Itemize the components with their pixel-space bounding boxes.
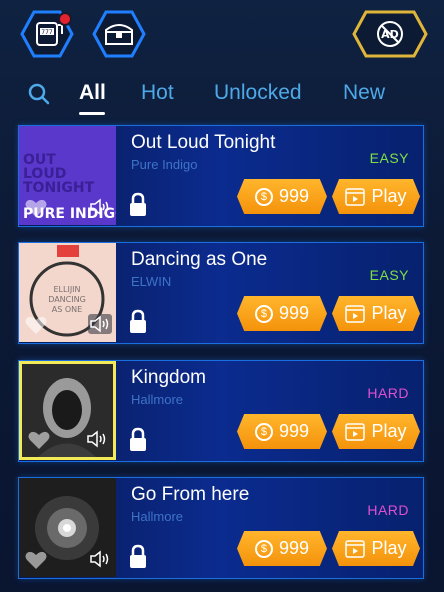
album-cover [19, 478, 116, 577]
heart-icon[interactable] [27, 429, 51, 451]
heart-icon[interactable] [24, 314, 48, 336]
svg-text:777: 777 [41, 29, 53, 36]
notification-badge [58, 12, 72, 26]
play-label: Play [371, 538, 407, 558]
difficulty-label: HARD [367, 502, 409, 518]
tab-all[interactable]: All [79, 81, 106, 105]
lock-icon [130, 309, 146, 333]
album-cover [19, 361, 116, 460]
album-cover: ELLIJIN DANCING AS ONE [19, 243, 116, 342]
coin-icon: $ [254, 187, 273, 206]
heart-icon[interactable] [24, 197, 48, 219]
tab-hot[interactable]: Hot [141, 81, 174, 105]
video-play-icon [345, 187, 366, 206]
price-label: 999 [278, 421, 310, 441]
song-card[interactable]: Go From here Hallmore HARD $ 999 Play [18, 477, 424, 579]
song-title: Kingdom [131, 367, 206, 388]
svg-text:AS ONE: AS ONE [52, 305, 82, 314]
tab-new[interactable]: New [343, 81, 385, 105]
play-label: Play [371, 186, 407, 206]
play-button[interactable]: Play [332, 179, 420, 214]
song-title: Dancing as One [131, 249, 268, 270]
treasure-chest-button[interactable] [92, 10, 146, 58]
song-artist: Pure Indigo [131, 157, 198, 172]
tab-unlocked[interactable]: Unlocked [214, 81, 302, 105]
svg-text:TONIGHT: TONIGHT [23, 180, 95, 196]
song-card[interactable]: OUT LOUD TONIGHT PURE INDIGO Out Loud To… [18, 125, 424, 227]
svg-text:DANCING: DANCING [48, 295, 86, 304]
song-artist: Hallmore [131, 392, 184, 407]
video-play-icon [345, 304, 366, 323]
unlock-coin-button[interactable]: $ 999 [237, 179, 327, 214]
song-card[interactable]: ELLIJIN DANCING AS ONE Dancing as One EL… [18, 242, 424, 344]
lock-icon [130, 192, 146, 216]
play-button[interactable]: Play [332, 414, 420, 449]
video-play-icon [345, 539, 366, 558]
difficulty-label: EASY [369, 150, 409, 166]
remove-ads-button[interactable]: AD [352, 10, 428, 58]
price-label: 999 [278, 186, 310, 206]
lock-icon [130, 544, 146, 568]
coin-icon: $ [254, 304, 273, 323]
album-cover: OUT LOUD TONIGHT PURE INDIGO [19, 126, 116, 225]
top-bar: 777 AD [0, 0, 444, 72]
unlock-coin-button[interactable]: $ 999 [237, 296, 327, 331]
play-label: Play [371, 421, 407, 441]
song-artist: Hallmore [131, 509, 184, 524]
slot-machine-button[interactable]: 777 [20, 10, 74, 58]
song-card[interactable]: Kingdom Hallmore HARD $ 999 Play [18, 360, 424, 462]
active-tab-indicator [79, 112, 105, 115]
song-artist: ELWIN [131, 274, 172, 289]
treasure-chest-icon [92, 10, 146, 58]
unlock-coin-button[interactable]: $ 999 [237, 414, 327, 449]
filter-tabs: All Hot Unlocked New [0, 78, 444, 118]
video-play-icon [345, 422, 366, 441]
speaker-icon[interactable] [88, 314, 112, 334]
speaker-icon[interactable] [88, 197, 112, 217]
difficulty-label: HARD [367, 385, 409, 401]
difficulty-label: EASY [369, 267, 409, 283]
play-label: Play [371, 303, 407, 323]
coin-icon: $ [254, 539, 273, 558]
price-label: 999 [278, 538, 310, 558]
unlock-coin-button[interactable]: $ 999 [237, 531, 327, 566]
lock-icon [130, 427, 146, 451]
coin-icon: $ [254, 422, 273, 441]
speaker-icon[interactable] [88, 549, 112, 569]
song-title: Out Loud Tonight [131, 132, 276, 153]
heart-icon[interactable] [24, 549, 48, 571]
play-button[interactable]: Play [332, 531, 420, 566]
search-icon[interactable] [27, 82, 51, 106]
no-ads-icon: AD [352, 10, 428, 58]
speaker-icon[interactable] [85, 429, 109, 449]
play-button[interactable]: Play [332, 296, 420, 331]
price-label: 999 [278, 303, 310, 323]
song-title: Go From here [131, 484, 250, 505]
svg-text:ELLIJIN: ELLIJIN [53, 285, 80, 294]
